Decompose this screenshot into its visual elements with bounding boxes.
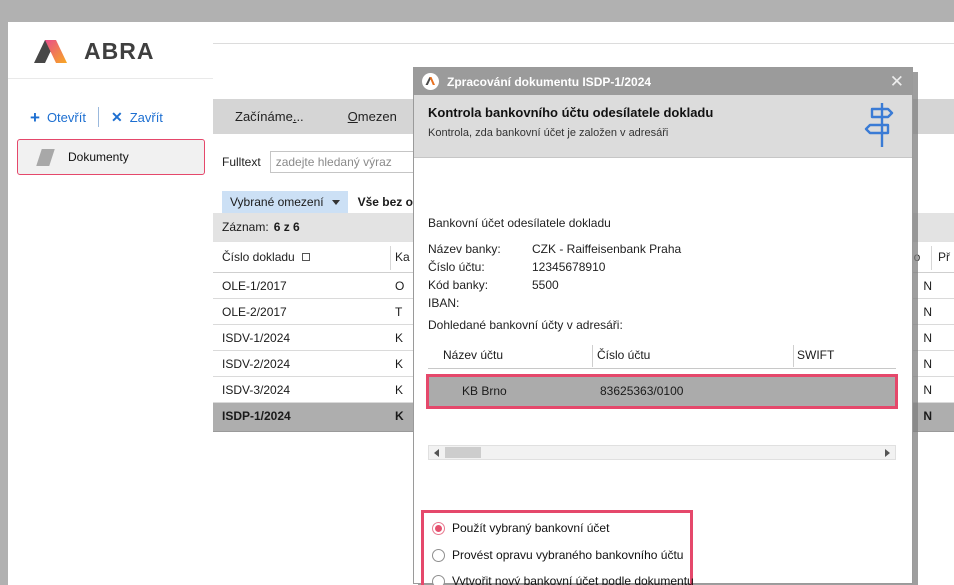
- accounts-col-swift[interactable]: SWIFT: [797, 348, 834, 362]
- abra-dialog-icon: [422, 73, 439, 90]
- open-button-label: Otevřít: [47, 110, 86, 125]
- column-header-cislo-dokladu[interactable]: Číslo dokladu: [222, 250, 310, 264]
- dialog-header: Kontrola bankovního účtu odesílatele dok…: [414, 95, 912, 158]
- horizontal-scrollbar[interactable]: [428, 445, 896, 460]
- selected-account-highlight: KB Brno 83625363/0100: [426, 374, 898, 409]
- column-checkbox-icon[interactable]: [302, 253, 310, 261]
- account-number: 83625363/0100: [600, 384, 683, 398]
- sender-account-title: Bankovní účet odesílatele dokladu: [428, 216, 611, 230]
- dialog-title: Zpracování dokumentu ISDP-1/2024: [447, 75, 651, 89]
- restriction-dropdown-label: Vybrané omezení: [230, 195, 324, 209]
- radio-use-selected-account[interactable]: Použít vybraný bankovní účet: [432, 521, 609, 535]
- column-header-kategorie[interactable]: Ka: [395, 250, 410, 264]
- accounts-col-nazev-uctu[interactable]: Název účtu: [443, 348, 503, 362]
- sidebar-item-dokumenty[interactable]: Dokumenty: [17, 139, 205, 175]
- open-button[interactable]: + Otevřít: [30, 109, 86, 126]
- column-divider: [931, 246, 932, 270]
- tab-omezeni[interactable]: Omezen: [326, 109, 419, 124]
- close-button-label: Zavřít: [130, 110, 163, 125]
- sidebar-toolbar: + Otevřít ✕ Zavřít: [30, 107, 163, 127]
- field-label: Název banky:: [428, 242, 501, 256]
- accounts-table-header: Název účtu Číslo účtu SWIFT: [428, 343, 896, 369]
- signpost-icon: [862, 101, 898, 151]
- sidebar-item-label: Dokumenty: [68, 150, 129, 164]
- dialog-titlebar[interactable]: Zpracování dokumentu ISDP-1/2024 ✕: [414, 68, 912, 95]
- radio-fix-selected-account[interactable]: Provést opravu vybraného bankovního účtu: [432, 548, 683, 562]
- processing-dialog: Zpracování dokumentu ISDP-1/2024 ✕ Kontr…: [413, 67, 913, 584]
- found-accounts-title: Dohledané bankovní účty v adresáři:: [428, 318, 623, 332]
- scroll-right-arrow-icon[interactable]: [880, 446, 895, 459]
- restriction-value: Vše bez o: [358, 195, 413, 209]
- field-label: Číslo účtu:: [428, 260, 485, 274]
- restriction-row: Vybrané omezení Vše bez o: [222, 191, 413, 213]
- radio-icon: [432, 549, 445, 562]
- restriction-dropdown[interactable]: Vybrané omezení: [222, 191, 348, 213]
- close-x-icon: ✕: [111, 110, 123, 124]
- field-label: IBAN:: [428, 296, 459, 310]
- options-highlight-box: Použít vybraný bankovní účet Provést opr…: [421, 510, 693, 585]
- record-count-value: 6 z 6: [274, 220, 300, 234]
- field-value: 12345678910: [532, 260, 605, 274]
- field-value: CZK - Raiffeisenbank Praha: [532, 242, 681, 256]
- brand-logo-text: ABRA: [84, 38, 154, 65]
- radio-create-new-account[interactable]: Vytvořit nový bankovní účet podle dokume…: [432, 574, 694, 585]
- document-icon: [36, 149, 55, 166]
- record-count-label: Záznam:: [222, 220, 269, 234]
- column-divider: [793, 345, 794, 367]
- account-name: KB Brno: [462, 384, 507, 398]
- dialog-heading: Kontrola bankovního účtu odesílatele dok…: [428, 105, 713, 120]
- plus-icon: +: [30, 109, 40, 126]
- radio-selected-icon: [432, 522, 445, 535]
- column-header-right2[interactable]: Př: [938, 250, 950, 264]
- abra-logo-icon: [30, 35, 80, 67]
- app-window: ABRA + Otevřít ✕ Zavřít Dokumenty Začíná…: [8, 22, 954, 585]
- close-button[interactable]: ✕ Zavřít: [111, 110, 163, 125]
- toolbar-divider: [98, 107, 99, 127]
- account-row-selected[interactable]: KB Brno 83625363/0100: [429, 377, 895, 406]
- tab-zaciname[interactable]: Začínáme...: [213, 109, 326, 124]
- sidebar: ABRA + Otevřít ✕ Zavřít Dokumenty: [8, 22, 213, 585]
- dialog-subheading: Kontrola, zda bankovní účet je založen v…: [428, 127, 668, 139]
- chevron-down-icon: [332, 200, 340, 205]
- column-divider: [592, 345, 593, 367]
- field-label: Kód banky:: [428, 278, 488, 292]
- dialog-close-button[interactable]: ✕: [890, 70, 904, 94]
- logo-row: ABRA: [8, 22, 213, 79]
- radio-icon: [432, 575, 445, 585]
- dialog-body: Bankovní účet odesílatele dokladu Název …: [414, 158, 912, 583]
- fulltext-label: Fulltext: [222, 155, 261, 169]
- accounts-col-cislo-uctu[interactable]: Číslo účtu: [597, 348, 650, 362]
- scroll-left-arrow-icon[interactable]: [429, 446, 444, 459]
- scrollbar-thumb[interactable]: [445, 447, 481, 458]
- column-divider: [390, 246, 391, 270]
- field-value: 5500: [532, 278, 559, 292]
